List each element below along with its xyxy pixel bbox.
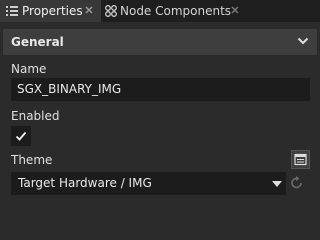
theme-picker-icon [294, 153, 307, 166]
close-icon[interactable] [230, 5, 240, 15]
dropdown-arrow-icon [272, 181, 282, 187]
section-title: General [11, 35, 64, 49]
tab-properties[interactable]: Properties [0, 0, 101, 22]
tab-properties-label: Properties [22, 4, 83, 18]
theme-select[interactable]: Target Hardware / IMG [11, 172, 286, 195]
chevron-down-icon[interactable] [297, 36, 309, 46]
tab-node-components-label: Node Components [120, 4, 232, 18]
theme-picker-button[interactable] [291, 150, 310, 169]
properties-panel: General Name SGX_BINARY_IMG Enabled Them… [0, 22, 320, 203]
tab-node-components[interactable]: Node Components [101, 0, 251, 22]
panel-tab-bar: Properties Node Components [0, 0, 320, 22]
name-input[interactable]: SGX_BINARY_IMG [11, 78, 310, 101]
name-label: Name [11, 62, 47, 76]
enabled-label: Enabled [11, 109, 60, 123]
enabled-checkbox[interactable] [11, 126, 31, 146]
reset-icon[interactable] [290, 176, 304, 190]
theme-select-value: Target Hardware / IMG [18, 176, 152, 190]
components-icon [105, 5, 117, 17]
list-icon [6, 6, 18, 16]
theme-label: Theme [11, 153, 53, 167]
close-icon[interactable] [84, 5, 94, 15]
section-header-general[interactable]: General [3, 29, 317, 55]
checkmark-icon [15, 131, 27, 141]
